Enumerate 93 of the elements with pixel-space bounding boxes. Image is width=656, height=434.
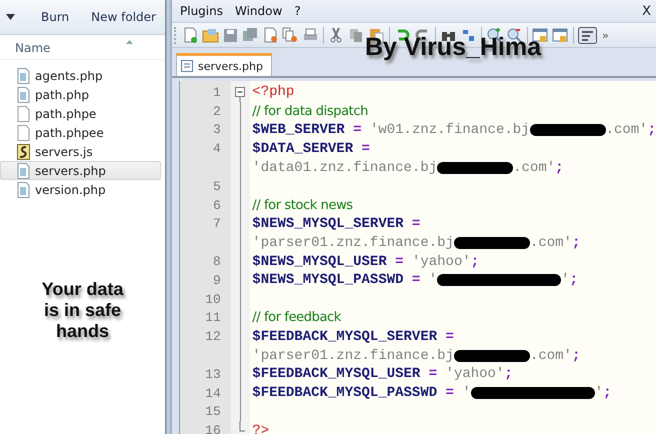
line-number: 9 (212, 272, 221, 288)
code-token: ; (572, 348, 580, 364)
file-item[interactable]: path.phpe (0, 104, 161, 123)
code-token: // for stock news (252, 198, 353, 213)
save-all-icon[interactable] (242, 26, 259, 44)
code-token: <?php (252, 84, 294, 100)
code-token: ; (648, 122, 656, 138)
code-token: 'data01.znz.finance.bj (252, 160, 438, 176)
code-token: = (352, 122, 363, 138)
file-item[interactable]: servers.js (0, 142, 161, 161)
code-token: ; (570, 272, 578, 288)
code-token: = (410, 216, 420, 232)
code-token: = (428, 366, 438, 382)
line-number: 4 (212, 141, 221, 156)
line-number: 10 (205, 292, 221, 307)
document-icon (17, 86, 30, 102)
document-icon (17, 68, 30, 84)
file-item[interactable]: path.phpee (0, 123, 161, 142)
caret-icon[interactable] (6, 14, 15, 20)
code-token: = (394, 254, 405, 270)
code-token: ; (572, 234, 580, 251)
code-token: .com' (513, 160, 556, 176)
sort-caret-icon (126, 40, 133, 44)
code-token: ; (470, 254, 480, 270)
code-token: $NEWS_MYSQL_SERVER (252, 216, 404, 232)
menu-item[interactable]: Window (234, 4, 282, 18)
folder-icon[interactable] (202, 26, 219, 44)
file-item[interactable]: agents.php (0, 66, 161, 85)
code-token: = (444, 385, 455, 402)
code-token: ' (594, 385, 604, 402)
code-token: 'yahoo' (412, 254, 471, 270)
toolbar-button[interactable]: New folder (85, 7, 162, 27)
code-token: ; (603, 385, 612, 402)
close-all-icon[interactable] (282, 26, 299, 44)
code-token: 'parser01.znz.finance.bj (252, 234, 454, 251)
code-token: $WEB_SERVER (252, 122, 345, 138)
script-file-icon (17, 144, 30, 160)
line-number: 8 (212, 254, 221, 270)
document-icon (17, 162, 30, 178)
file-item[interactable]: path.php (0, 85, 161, 104)
file-tab[interactable]: servers.php (176, 53, 272, 76)
line-number: 3 (212, 122, 221, 138)
toolbar-button[interactable]: Burn (35, 7, 76, 27)
word-wrap-icon[interactable] (578, 26, 597, 44)
code-token: ; (504, 366, 513, 382)
code-token: $FEEDBACK_MYSQL_USER (252, 366, 420, 382)
code-token: 'parser01.znz.finance.bj (252, 348, 454, 364)
close-file-icon[interactable] (262, 26, 279, 44)
file-item[interactable]: servers.php (0, 161, 161, 180)
code-token: = (444, 328, 454, 345)
menu-item[interactable]: Plugins (180, 4, 223, 18)
code-token: .com' (530, 348, 572, 364)
code-token: // for feedback (252, 310, 341, 326)
menu-item[interactable]: ? (294, 4, 301, 18)
code-token: $NEWS_MYSQL_USER (252, 254, 387, 270)
blank-file-icon (17, 106, 30, 122)
line-number: 14 (205, 386, 221, 401)
file-item[interactable]: version.php (0, 180, 161, 199)
code-token: 'w01.znz.finance.bj (370, 122, 530, 138)
code-token: $FEEDBACK_MYSQL_PASSWD (252, 385, 438, 402)
code-token: $NEWS_MYSQL_PASSWD (252, 272, 404, 288)
document-icon (17, 182, 30, 198)
overlay-caption: By Virus_Hima (365, 36, 542, 58)
code-token: ' (428, 272, 438, 288)
code-token: 'yahoo' (446, 366, 504, 382)
more-button[interactable]: » (602, 28, 609, 42)
document-icon (181, 60, 193, 72)
code-token: // for data dispatch (252, 104, 368, 119)
close-button[interactable]: X (642, 4, 656, 18)
line-number: 11 (205, 310, 221, 326)
caption-text: Your data is in safe hands (40, 279, 124, 342)
code-token: $DATA_SERVER (252, 140, 354, 157)
save-icon[interactable] (222, 26, 239, 44)
line-number: 13 (205, 366, 221, 382)
line-number: 2 (212, 104, 221, 119)
code-token: ' (462, 385, 471, 402)
line-number: 5 (212, 178, 221, 194)
code-token: ; (555, 160, 564, 176)
code-token: .com' (606, 122, 648, 138)
code-token: $FEEDBACK_MYSQL_SERVER (252, 328, 438, 345)
line-number: 15 (205, 404, 221, 420)
code-token: .com' (530, 234, 572, 251)
new-file-icon[interactable] (182, 26, 199, 44)
line-number: 7 (212, 216, 221, 232)
code-token: = (360, 140, 370, 157)
line-number: 16 (205, 423, 221, 434)
line-number: 1 (212, 84, 221, 100)
code-token: ?> (252, 422, 270, 434)
line-number: 6 (212, 198, 221, 213)
code-token: ' (561, 272, 570, 288)
code-token: = (410, 272, 422, 288)
line-number: 12 (205, 329, 221, 344)
blank-file-icon (17, 124, 30, 140)
